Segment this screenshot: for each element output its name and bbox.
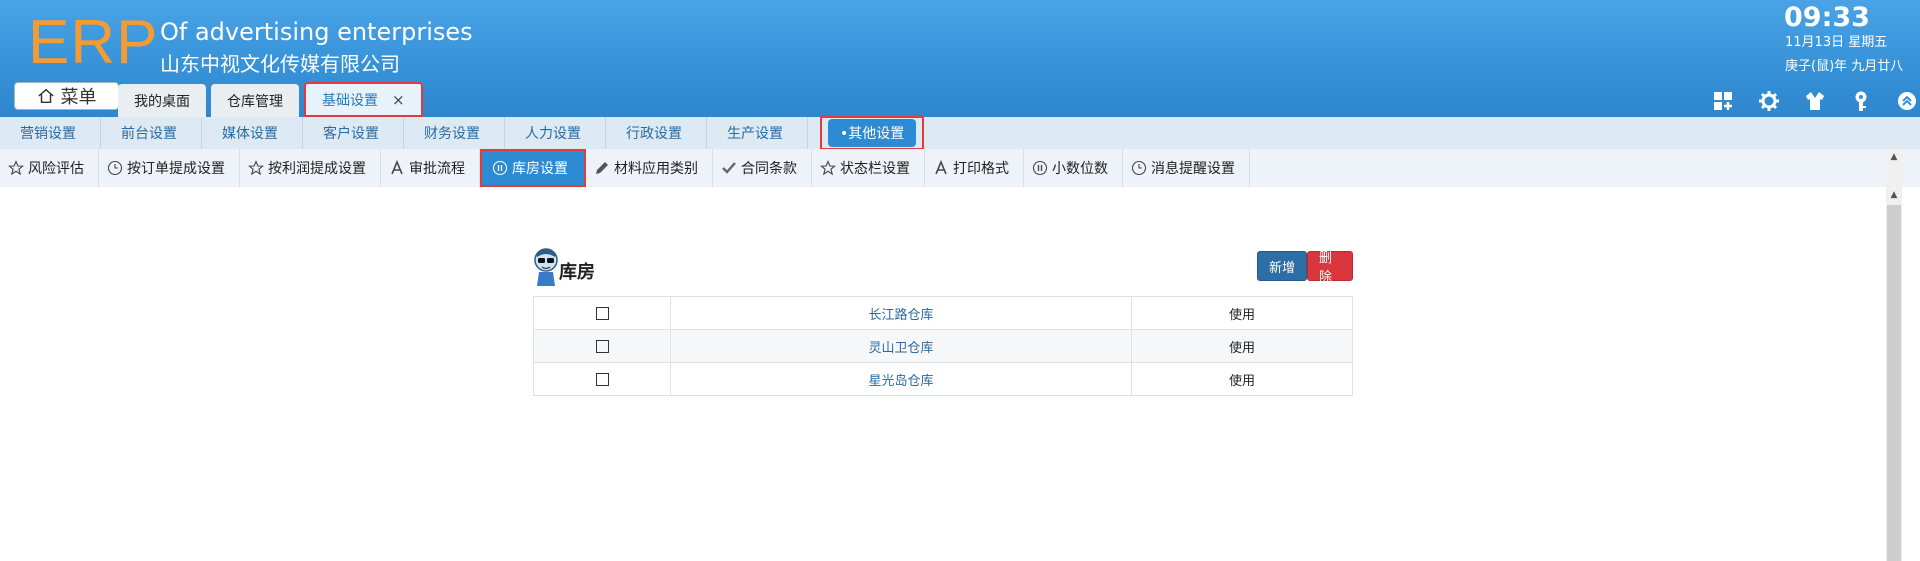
tab-close-icon[interactable]: × xyxy=(392,91,405,109)
subnav-risk-assessment[interactable]: 风险评估 xyxy=(0,149,99,187)
menu-label: 菜单 xyxy=(60,87,97,108)
nav-other-settings[interactable]: •其他设置 xyxy=(820,116,925,150)
scrollbar-thumb[interactable] xyxy=(1887,205,1901,561)
mascot-icon xyxy=(534,248,558,286)
clock-date: 11月13日 星期五 xyxy=(1785,35,1888,50)
subnav-decimal-places[interactable]: 小数位数 xyxy=(1024,149,1123,187)
clock-icon xyxy=(107,160,123,176)
clock-icon xyxy=(1131,160,1147,176)
subnav-warehouse-settings[interactable]: 库房设置 xyxy=(480,149,586,187)
collapse-up-icon[interactable] xyxy=(1894,88,1920,114)
warehouse-table: 长江路仓库 使用 灵山卫仓库 使用 星光岛仓库 使用 xyxy=(533,296,1353,396)
key-icon[interactable] xyxy=(1848,88,1874,114)
apps-icon[interactable] xyxy=(1710,88,1736,114)
nav-finance-settings[interactable]: 财务设置 xyxy=(404,117,505,149)
home-icon xyxy=(37,88,54,104)
warehouse-status: 使用 xyxy=(1131,329,1353,363)
shirt-icon[interactable] xyxy=(1802,88,1828,114)
subnav-approval-flow[interactable]: 审批流程 xyxy=(381,149,480,187)
subnav-material-category[interactable]: 材料应用类别 xyxy=(586,149,713,187)
panel-header: 库房 新增 删除 xyxy=(533,246,1353,290)
company-name-en: Of advertising enterprises xyxy=(160,18,473,46)
scroll-up-arrow-icon[interactable]: ▲ xyxy=(1889,152,1899,162)
star-icon xyxy=(248,160,264,176)
gear-icon[interactable] xyxy=(1756,88,1782,114)
warehouse-panel: 库房 新增 删除 长江路仓库 使用 灵山卫仓库 使用 星光岛仓库 使用 xyxy=(533,246,1353,396)
nav-hr-settings[interactable]: 人力设置 xyxy=(505,117,606,149)
font-icon xyxy=(935,160,947,175)
subnav-order-commission[interactable]: 按订单提成设置 xyxy=(99,149,240,187)
tab-my-desktop[interactable]: 我的桌面 xyxy=(118,84,206,117)
nav-marketing-settings[interactable]: 营销设置 xyxy=(0,117,101,149)
row-checkbox[interactable] xyxy=(595,306,609,320)
tab-warehouse-management[interactable]: 仓库管理 xyxy=(211,84,299,117)
warehouse-name-link[interactable]: 星光岛仓库 xyxy=(670,362,1132,396)
table-row: 长江路仓库 使用 xyxy=(533,296,1353,330)
menu-button[interactable]: 菜单 xyxy=(14,82,119,110)
warehouse-name-link[interactable]: 长江路仓库 xyxy=(670,296,1132,330)
warehouse-status: 使用 xyxy=(1131,296,1353,330)
table-row: 星光岛仓库 使用 xyxy=(533,362,1353,396)
settings-category-nav: 营销设置 前台设置 媒体设置 客户设置 财务设置 人力设置 行政设置 生产设置 … xyxy=(0,116,1920,150)
pause-circle-icon xyxy=(492,160,508,176)
pause-circle-icon xyxy=(1032,160,1048,176)
row-checkbox[interactable] xyxy=(595,372,609,386)
scroll-up-arrow-icon[interactable]: ▲ xyxy=(1889,190,1899,200)
erp-logo: ERP xyxy=(28,8,159,77)
subnav-print-format[interactable]: 打印格式 xyxy=(925,149,1024,187)
tab-basic-settings[interactable]: 基础设置 × xyxy=(304,82,423,117)
nav-admin-settings[interactable]: 行政设置 xyxy=(606,117,707,149)
panel-title: 库房 xyxy=(559,262,595,283)
table-row: 灵山卫仓库 使用 xyxy=(533,329,1353,363)
warehouse-name-link[interactable]: 灵山卫仓库 xyxy=(670,329,1132,363)
header-tools xyxy=(1710,88,1920,114)
other-settings-subnav: 风险评估 按订单提成设置 按利润提成设置 审批流程 库房设置 材料应用类别 合同… xyxy=(0,149,1920,187)
delete-button[interactable]: 删除 xyxy=(1307,251,1353,285)
subnav-status-bar-settings[interactable]: 状态栏设置 xyxy=(812,149,925,187)
subnav-message-reminder[interactable]: 消息提醒设置 xyxy=(1123,149,1250,187)
clock-time: 09:33 xyxy=(1784,2,1870,33)
app-header: ERP Of advertising enterprises 山东中视文化传媒有… xyxy=(0,0,1920,117)
company-name-cn: 山东中视文化传媒有限公司 xyxy=(160,52,400,76)
clock-lunar-date: 庚子(鼠)年 九月廿八 xyxy=(1785,59,1904,74)
warehouse-status: 使用 xyxy=(1131,362,1353,396)
row-checkbox[interactable] xyxy=(595,339,609,353)
pencil-icon xyxy=(596,162,608,174)
nav-customer-settings[interactable]: 客户设置 xyxy=(303,117,404,149)
top-tabs: 我的桌面 仓库管理 基础设置 × xyxy=(118,82,423,117)
nav-front-desk-settings[interactable]: 前台设置 xyxy=(101,117,202,149)
add-button[interactable]: 新增 xyxy=(1257,251,1308,281)
nav-production-settings[interactable]: 生产设置 xyxy=(707,117,808,149)
nav-media-settings[interactable]: 媒体设置 xyxy=(202,117,303,149)
check-icon xyxy=(722,162,736,174)
subnav-profit-commission[interactable]: 按利润提成设置 xyxy=(240,149,381,187)
subnav-contract-terms[interactable]: 合同条款 xyxy=(713,149,812,187)
star-icon xyxy=(8,160,24,176)
star-icon xyxy=(820,160,836,176)
font-icon xyxy=(391,160,403,175)
